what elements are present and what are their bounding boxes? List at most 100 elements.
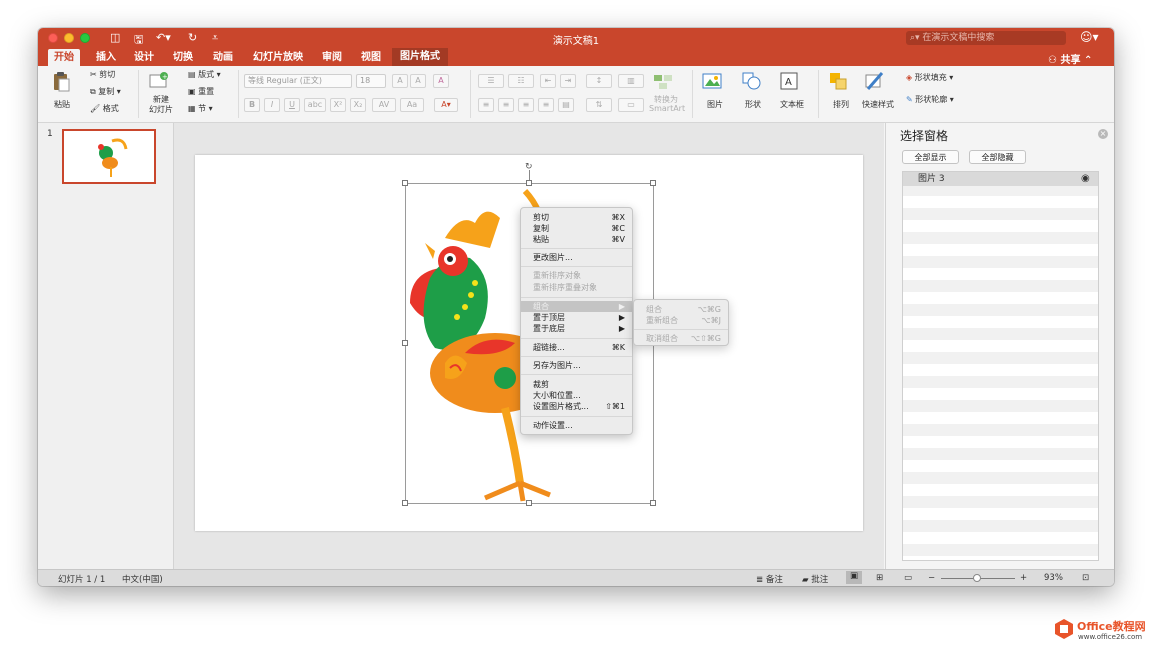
- resize-handle[interactable]: [526, 500, 532, 506]
- tab-design[interactable]: 设计: [134, 51, 154, 65]
- menu-item-format-picture[interactable]: 设置图片格式... ⇧⌘1: [521, 401, 632, 412]
- align-center-icon[interactable]: ≡: [498, 98, 514, 112]
- resize-handle[interactable]: [526, 180, 532, 186]
- line-spacing-icon[interactable]: ↕: [586, 74, 612, 88]
- reading-view-icon[interactable]: ▭: [904, 573, 912, 583]
- menu-item-change-picture[interactable]: 更改图片...: [521, 252, 632, 263]
- resize-handle[interactable]: [402, 500, 408, 506]
- rotate-handle-icon[interactable]: ↻: [525, 162, 533, 172]
- list-item[interactable]: 图片 3 ◉: [903, 172, 1098, 186]
- bullets-icon[interactable]: ☰: [478, 74, 504, 88]
- zoom-out-icon[interactable]: −: [928, 573, 935, 583]
- shape-outline-button[interactable]: ✎ 形状轮廓 ▾: [906, 94, 954, 105]
- format-painter-button[interactable]: 🖌 格式: [90, 103, 119, 114]
- underline-icon[interactable]: U: [284, 98, 300, 112]
- menu-item-copy[interactable]: 复制 ⌘C: [521, 223, 632, 234]
- slide-sorter-icon[interactable]: ⊞: [876, 573, 883, 583]
- reset-button[interactable]: ▣ 重置: [188, 86, 214, 97]
- menu-item-reorder-overlap[interactable]: 重新排序重叠对象: [521, 282, 632, 293]
- menu-item-size-position[interactable]: 大小和位置...: [521, 390, 632, 401]
- comments-button[interactable]: ▰ 批注: [802, 573, 828, 585]
- menu-item-crop[interactable]: 裁剪: [521, 379, 632, 390]
- tab-slideshow[interactable]: 幻灯片放映: [253, 51, 303, 65]
- justify-icon[interactable]: ≡: [538, 98, 554, 112]
- increase-font-icon[interactable]: A: [392, 74, 408, 88]
- char-spacing-icon[interactable]: AV: [372, 98, 396, 112]
- clear-format-icon[interactable]: A: [433, 74, 449, 88]
- tab-view[interactable]: 视图: [361, 51, 381, 65]
- copy-button[interactable]: ⧉ 复制 ▾: [90, 86, 121, 97]
- textbox-label[interactable]: 文本框: [780, 99, 804, 110]
- font-size-select[interactable]: 18: [356, 74, 386, 88]
- quick-styles-icon[interactable]: [864, 71, 886, 91]
- paste-icon[interactable]: [50, 71, 72, 92]
- zoom-level[interactable]: 93%: [1044, 573, 1063, 583]
- zoom-slider-handle[interactable]: [973, 574, 981, 582]
- menu-item-send-to-back[interactable]: 置于底层 ▶: [521, 323, 632, 334]
- resize-handle[interactable]: [402, 340, 408, 346]
- cut-button[interactable]: ✂ 剪切: [90, 69, 115, 80]
- hide-all-button[interactable]: 全部隐藏: [969, 150, 1026, 164]
- text-direction-icon[interactable]: ⇅: [586, 98, 612, 112]
- language-status[interactable]: 中文(中国): [122, 573, 163, 585]
- resize-handle[interactable]: [402, 180, 408, 186]
- tab-animations[interactable]: 动画: [213, 51, 233, 65]
- convert-smartart-label-2[interactable]: SmartArt: [649, 104, 685, 113]
- picture-label[interactable]: 图片: [707, 99, 723, 110]
- italic-icon[interactable]: I: [264, 98, 280, 112]
- change-case-icon[interactable]: Aa: [400, 98, 424, 112]
- section-button[interactable]: ▦ 节 ▾: [188, 103, 213, 114]
- arrange-icon[interactable]: [828, 71, 850, 91]
- fit-to-window-icon[interactable]: ⊡: [1082, 573, 1089, 583]
- eye-icon[interactable]: ◉: [1081, 172, 1090, 186]
- menu-item-group[interactable]: 组合 ▶: [521, 301, 632, 312]
- collapse-ribbon-icon[interactable]: ⌃: [1084, 55, 1092, 66]
- increase-indent-icon[interactable]: ⇥: [560, 74, 576, 88]
- new-slide-label-2[interactable]: 幻灯片: [149, 104, 173, 115]
- shapes-icon[interactable]: [741, 71, 763, 91]
- normal-view-icon[interactable]: ▣: [846, 571, 863, 584]
- submenu-item-group[interactable]: 组合 ⌥⌘G: [634, 304, 728, 315]
- strikethrough-icon[interactable]: abc: [304, 98, 326, 112]
- decrease-font-icon[interactable]: A: [410, 74, 426, 88]
- new-slide-icon[interactable]: +: [148, 71, 170, 91]
- quick-styles-label[interactable]: 快速样式: [862, 99, 894, 110]
- arrange-label[interactable]: 排列: [833, 99, 849, 110]
- shapes-label[interactable]: 形状: [745, 99, 761, 110]
- menu-item-save-as-picture[interactable]: 另存为图片...: [521, 360, 632, 371]
- bold-icon[interactable]: B: [244, 98, 260, 112]
- distributed-icon[interactable]: ▤: [558, 98, 574, 112]
- align-left-icon[interactable]: ≡: [478, 98, 494, 112]
- close-icon[interactable]: ×: [1098, 129, 1108, 139]
- align-right-icon[interactable]: ≡: [518, 98, 534, 112]
- textbox-icon[interactable]: A: [779, 71, 801, 91]
- menu-item-hyperlink[interactable]: 超链接... ⌘K: [521, 342, 632, 353]
- menu-item-reorder[interactable]: 重新排序对象: [521, 270, 632, 281]
- zoom-slider[interactable]: [941, 574, 1015, 582]
- shape-fill-button[interactable]: ◈ 形状填充 ▾: [906, 72, 953, 83]
- notes-button[interactable]: ≣ 备注: [756, 573, 783, 585]
- menu-item-action-settings[interactable]: 动作设置...: [521, 420, 632, 431]
- numbering-icon[interactable]: ☷: [508, 74, 534, 88]
- tab-picture-format[interactable]: 图片格式: [392, 48, 448, 66]
- picture-icon[interactable]: [702, 71, 724, 91]
- align-text-icon[interactable]: ▭: [618, 98, 644, 112]
- superscript-icon[interactable]: X²: [330, 98, 346, 112]
- slide-thumbnail[interactable]: [62, 129, 156, 184]
- submenu-item-ungroup[interactable]: 取消组合 ⌥⇧⌘G: [634, 333, 728, 344]
- share-button[interactable]: ⚇ 共享 ⌃: [1048, 51, 1092, 66]
- paste-label[interactable]: 粘贴: [54, 99, 70, 110]
- resize-handle[interactable]: [650, 180, 656, 186]
- font-name-select[interactable]: 等线 Regular (正文): [244, 74, 352, 88]
- convert-smartart-icon[interactable]: [652, 71, 674, 91]
- tab-review[interactable]: 审阅: [322, 51, 342, 65]
- layout-button[interactable]: ▤ 版式 ▾: [188, 69, 221, 80]
- tab-insert[interactable]: 插入: [96, 51, 116, 65]
- resize-handle[interactable]: [650, 500, 656, 506]
- subscript-icon[interactable]: X₂: [350, 98, 366, 112]
- tab-home[interactable]: 开始: [48, 49, 80, 66]
- columns-icon[interactable]: ▥: [618, 74, 644, 88]
- submenu-item-regroup[interactable]: 重新组合 ⌥⌘J: [634, 315, 728, 326]
- decrease-indent-icon[interactable]: ⇤: [540, 74, 556, 88]
- show-all-button[interactable]: 全部显示: [902, 150, 959, 164]
